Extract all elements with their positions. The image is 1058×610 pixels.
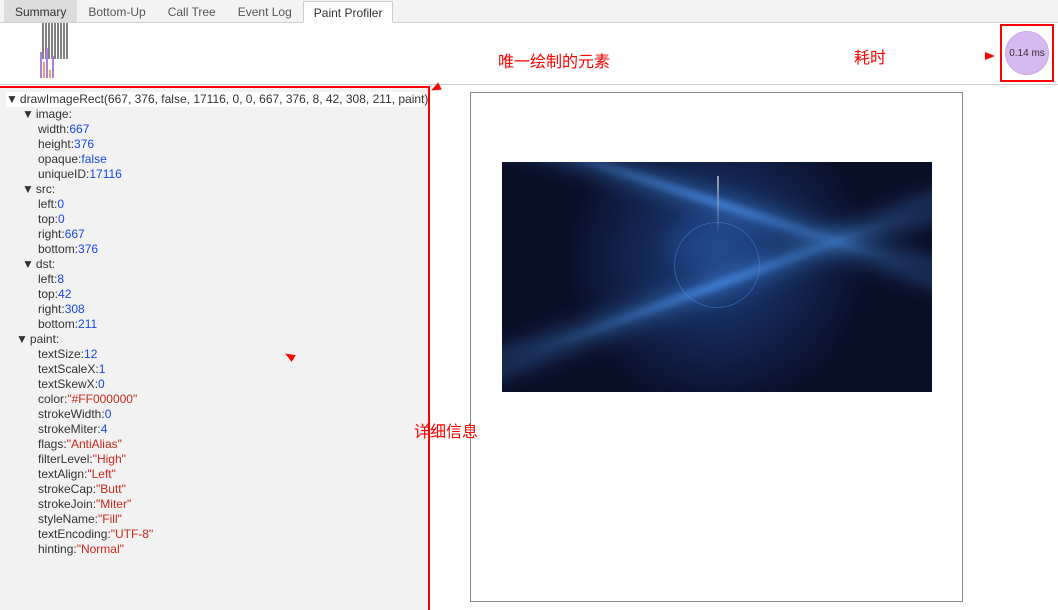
tab-paint-profiler[interactable]: Paint Profiler xyxy=(303,1,394,23)
tree-row: strokeJoin:"Miter" xyxy=(6,497,422,512)
tree-row: left:0 xyxy=(6,197,422,212)
tree-row: textEncoding:"UTF-8" xyxy=(6,527,422,542)
tree-row: left:8 xyxy=(6,272,422,287)
tree-node-src[interactable]: ▼src: xyxy=(6,182,422,197)
tree-row: textSkewX:0 xyxy=(6,377,422,392)
tree-row: bottom:211 xyxy=(6,317,422,332)
profiler-tabbar: Summary Bottom-Up Call Tree Event Log Pa… xyxy=(0,0,1058,23)
tree-row: uniqueID:17116 xyxy=(6,167,422,182)
tree-node-image[interactable]: ▼image: xyxy=(6,107,422,122)
tab-call-tree[interactable]: Call Tree xyxy=(157,0,227,22)
tree-row: strokeMiter:4 xyxy=(6,422,422,437)
tree-row: opaque:false xyxy=(6,152,422,167)
tree-row: strokeWidth:0 xyxy=(6,407,422,422)
tree-row: top:42 xyxy=(6,287,422,302)
timeline-bars xyxy=(40,48,80,84)
tree-row: textSize:12 xyxy=(6,347,422,362)
command-log-panel[interactable]: ▼drawImageRect(667, 376, false, 17116, 0… xyxy=(0,86,430,610)
tree-node-dst[interactable]: ▼dst: xyxy=(6,257,422,272)
tree-row: hinting:"Normal" xyxy=(6,542,422,557)
tree-row: strokeCap:"Butt" xyxy=(6,482,422,497)
duration-highlight-box: 0.14 ms xyxy=(1000,24,1054,82)
tree-row: height:376 xyxy=(6,137,422,152)
tab-bottom-up[interactable]: Bottom-Up xyxy=(77,0,156,22)
tab-event-log[interactable]: Event Log xyxy=(227,0,303,22)
callout-only-element: 唯一绘制的元素 xyxy=(498,48,610,72)
paint-preview-panel xyxy=(470,92,963,602)
paint-preview-image xyxy=(502,162,932,392)
tree-row: flags:"AntiAlias" xyxy=(6,437,422,452)
draw-call-signature: drawImageRect(667, 376, false, 17116, 0,… xyxy=(20,92,429,106)
tree-row: bottom:376 xyxy=(6,242,422,257)
tree-row: top:0 xyxy=(6,212,422,227)
tree-row: filterLevel:"High" xyxy=(6,452,422,467)
tree-row: right:667 xyxy=(6,227,422,242)
tree-node-paint[interactable]: ▼paint: xyxy=(6,332,422,347)
tree-row: textScaleX:1 xyxy=(6,362,422,377)
callout-elapsed: 耗时 xyxy=(854,44,886,68)
tree-row: right:308 xyxy=(6,302,422,317)
paint-duration-badge: 0.14 ms xyxy=(1005,31,1049,75)
tree-row: styleName:"Fill" xyxy=(6,512,422,527)
tree-row: textAlign:"Left" xyxy=(6,467,422,482)
tree-row: color:"#FF000000" xyxy=(6,392,422,407)
tree-root-row[interactable]: ▼drawImageRect(667, 376, false, 17116, 0… xyxy=(6,92,422,107)
tree-row: width:667 xyxy=(6,122,422,137)
tab-summary[interactable]: Summary xyxy=(4,0,77,22)
callout-details: 详细信息 xyxy=(414,418,478,442)
